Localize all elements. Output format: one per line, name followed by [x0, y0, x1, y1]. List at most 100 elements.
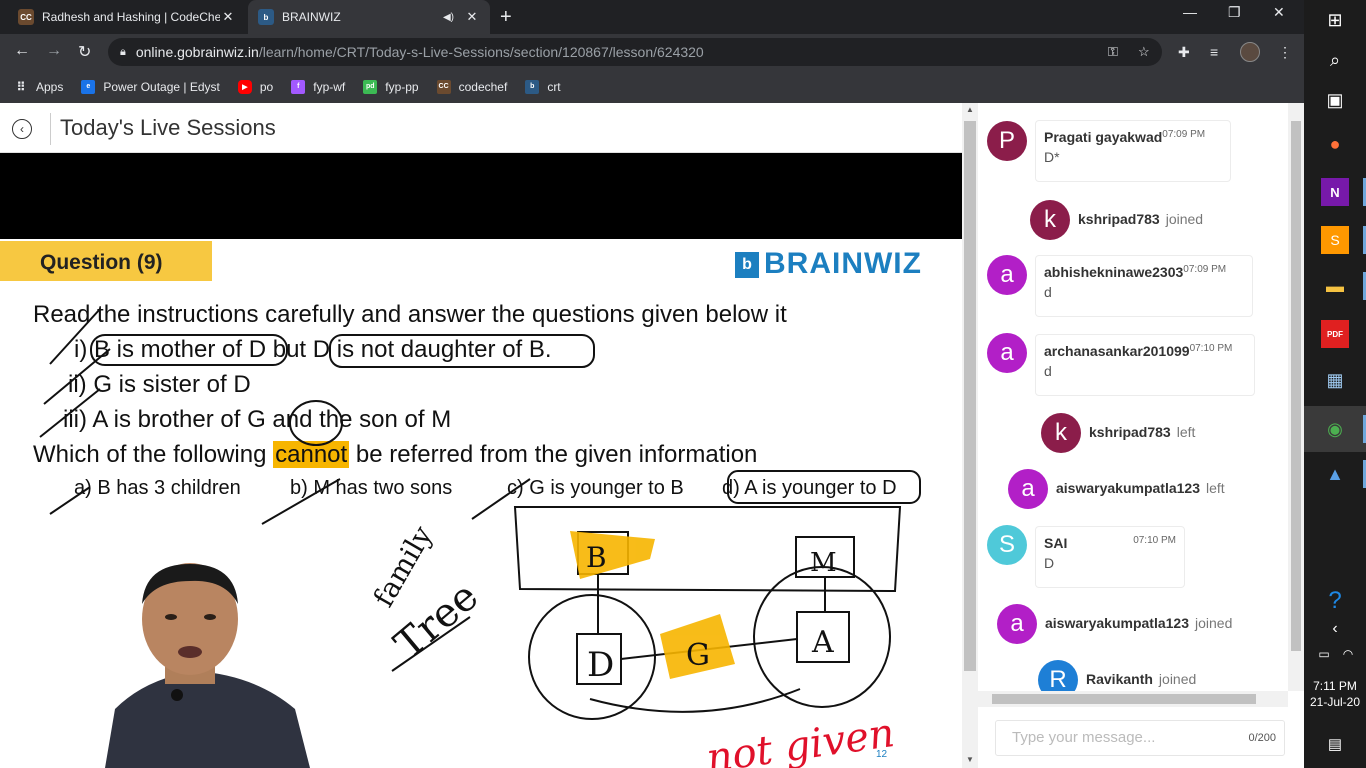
ink-b: B [586, 541, 607, 574]
new-tab-button[interactable]: + [500, 6, 512, 29]
chat-message: Pragati gayakwad07:09 PM D* [1035, 120, 1231, 182]
codechef-favicon-icon: CC [18, 9, 34, 25]
chat-system-message: kshripad783 left [1089, 424, 1196, 440]
windows-taskbar: ⊞ ⌕ ▣ ● N S ▬ PDF ▦ ◉ ▲ ? ‹ ▭ ◠ 7:11 PM … [1304, 0, 1366, 768]
slide-statement-1: i) B is mother of D but D is not daughte… [74, 336, 552, 363]
char-counter: 0/200 [1248, 732, 1276, 744]
bookmark-fyp-pp[interactable]: pd fyp-pp [363, 79, 419, 94]
search-icon[interactable]: ⌕ [1321, 46, 1349, 74]
scrollbar-thumb[interactable] [964, 121, 976, 671]
chat-horizontal-scrollbar[interactable] [978, 691, 1288, 707]
highlight-b [570, 531, 655, 579]
bookmark-crt[interactable]: b crt [525, 79, 561, 94]
brainwiz-favicon-icon: b [258, 9, 274, 25]
slide-statement-2: ii) G is sister of D [68, 371, 251, 398]
family-box [513, 506, 902, 593]
tab-codechef[interactable]: CC Radhesh and Hashing | CodeChef ✕ [8, 0, 246, 34]
page-header: ‹ Today's Live Sessions [0, 103, 962, 153]
file-explorer-icon[interactable]: ▬ [1321, 272, 1349, 300]
ink-g: G [686, 638, 710, 673]
menu-kebab-icon[interactable]: ⋮ [1278, 44, 1292, 61]
windows-start-icon[interactable]: ⊞ [1321, 6, 1349, 34]
chat-hscroll-thumb[interactable] [992, 694, 1256, 704]
media-queue-icon[interactable]: ≡ [1210, 44, 1218, 60]
question-label: Question (9) [40, 251, 163, 274]
ink-a: A [811, 625, 834, 660]
page-title: Today's Live Sessions [60, 115, 276, 140]
box-d [576, 633, 622, 685]
chat-panel: P Pragati gayakwad07:09 PM D* k kshripad… [978, 103, 1304, 768]
tab-title: BRAINWIZ [282, 10, 341, 24]
task-view-icon[interactable]: ▣ [1321, 86, 1349, 114]
circle-a [753, 566, 891, 708]
back-circle-icon[interactable]: ‹ [12, 119, 32, 139]
relation-lines [597, 574, 826, 660]
tab-brainwiz[interactable]: b BRAINWIZ ◀) ✕ [248, 0, 490, 34]
chat-system-message: kshripad783 joined [1078, 211, 1204, 227]
close-tab-icon[interactable]: ✕ [220, 9, 236, 25]
close-window-icon[interactable]: ✕ [1273, 4, 1285, 21]
avatar: k [1030, 200, 1070, 240]
chat-message-input[interactable] [1012, 729, 1232, 746]
ink-tree: Tree [386, 573, 487, 668]
scroll-up-icon[interactable]: ▲ [966, 105, 974, 114]
box-m [795, 536, 855, 578]
key-icon[interactable]: ⚿ [1108, 44, 1118, 60]
onenote-icon[interactable]: N [1321, 178, 1349, 206]
brainwiz-icon: b [525, 79, 540, 94]
address-bar[interactable]: 🔒︎ online.gobrainwiz.in/learn/home/CRT/T… [108, 38, 1162, 66]
box-a [796, 611, 850, 663]
chat-scrollbar-thumb[interactable] [1291, 121, 1301, 651]
minimize-icon[interactable]: — [1183, 4, 1197, 20]
option-d: d) A is younger to D [722, 477, 897, 499]
circle-d [528, 594, 656, 720]
question-tag: Question (9) [0, 241, 212, 281]
page-scrollbar[interactable]: ▲ ▼ [962, 103, 978, 768]
notifications-icon[interactable]: ▤ [1321, 730, 1349, 758]
bookmark-apps[interactable]: ⠿ Apps [14, 79, 64, 94]
pdf-tool-icon: pd [363, 79, 378, 94]
bookmark-star-icon[interactable]: ☆ [1138, 44, 1150, 60]
bookmark-codechef[interactable]: CC codechef [436, 79, 507, 94]
audio-playing-icon[interactable]: ◀) [443, 12, 454, 23]
tray-expand-icon[interactable]: ‹ [1321, 615, 1349, 643]
calculator-icon[interactable]: ▦ [1321, 366, 1349, 394]
bookmark-power-outage[interactable]: e Power Outage | Edyst [81, 79, 220, 94]
avatar: a [987, 333, 1027, 373]
avatar: S [987, 525, 1027, 565]
help-icon[interactable]: ? [1321, 587, 1349, 615]
bookmark-fyp-wf[interactable]: f fyp-wf [291, 79, 345, 94]
video-player[interactable]: Question (9) b BRAINWIZ Read the instruc… [0, 153, 962, 768]
back-arrow-icon[interactable]: ← [14, 42, 30, 60]
option-c: c) G is younger to B [507, 477, 684, 499]
taskbar-clock[interactable]: 7:11 PM 21-Jul-20 [1304, 678, 1366, 710]
clock-time: 7:11 PM [1313, 679, 1357, 693]
chrome-icon[interactable]: ◉ [1321, 415, 1349, 443]
lecture-slide: Question (9) b BRAINWIZ Read the instruc… [0, 239, 962, 768]
slide-intro: Read the instructions carefully and answ… [33, 301, 787, 328]
highlight-g [660, 614, 735, 679]
close-tab-icon[interactable]: ✕ [464, 9, 480, 25]
wifi-icon[interactable]: ◠ [1334, 640, 1362, 668]
chat-system-message: Ravikanth joined [1086, 671, 1197, 687]
forward-arrow-icon[interactable]: → [46, 42, 62, 60]
chat-input-box: 0/200 [995, 720, 1285, 756]
url-host: online.gobrainwiz.in [135, 44, 259, 60]
url-path: /learn/home/CRT/Today-s-Live-Sessions/se… [258, 44, 704, 60]
sublime-text-icon[interactable]: S [1321, 226, 1349, 254]
reload-icon[interactable]: ↻ [78, 42, 91, 62]
scroll-down-icon[interactable]: ▼ [966, 755, 974, 764]
profile-avatar[interactable] [1240, 42, 1260, 62]
brainwiz-logo-icon: b [735, 252, 759, 278]
chat-scrollbar[interactable] [1288, 103, 1304, 691]
youtube-icon: ▶ [237, 79, 252, 94]
firefox-icon[interactable]: ● [1321, 130, 1349, 158]
restore-icon[interactable]: ❐ [1228, 4, 1241, 21]
bookmark-po[interactable]: ▶ po [237, 79, 273, 94]
apps-grid-icon: ⠿ [16, 79, 26, 94]
avatar: P [987, 121, 1027, 161]
photos-icon[interactable]: ▲ [1321, 460, 1349, 488]
pdf-reader-icon[interactable]: PDF [1321, 320, 1349, 348]
extensions-puzzle-icon[interactable]: ✚ [1178, 44, 1190, 61]
curve-line [589, 688, 801, 713]
